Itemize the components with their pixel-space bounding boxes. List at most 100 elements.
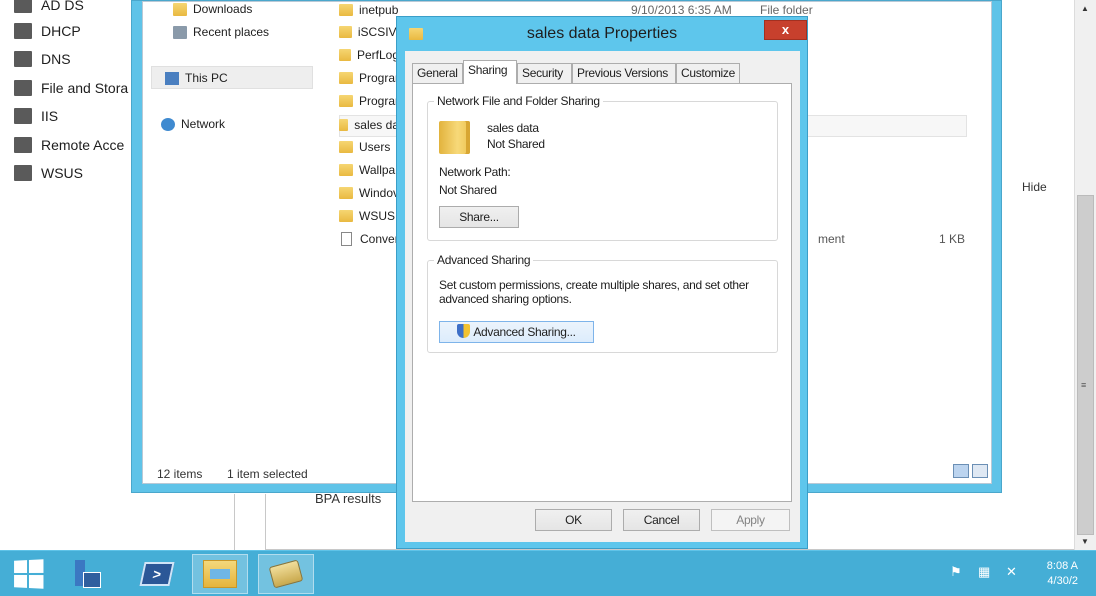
list-item[interactable]: WSUS <box>339 207 399 225</box>
list-item[interactable]: PerfLog <box>339 46 399 64</box>
nav-item-label: Remote Acce <box>41 137 125 153</box>
large-icons-view-icon[interactable] <box>972 464 988 478</box>
file-name: WSUS <box>359 209 395 223</box>
modified-date: 9/10/2013 6:35 AM <box>631 3 732 17</box>
nav-item-label: WSUS <box>41 165 83 181</box>
hide-link[interactable]: Hide <box>1022 180 1047 194</box>
folder-icon <box>339 164 353 176</box>
item-type: File folder <box>760 3 813 17</box>
view-toggle <box>953 464 988 478</box>
system-tray: ⚑ ▦ ✕ <box>950 565 1022 579</box>
list-item[interactable]: iSCSIVi <box>339 23 399 41</box>
network-status-icon[interactable]: ▦ <box>978 565 994 579</box>
folder-icon <box>339 119 349 131</box>
vertical-scrollbar[interactable]: ▲ ≡ ▼ <box>1074 0 1096 550</box>
nav-item-ad-ds[interactable]: AD DS <box>14 0 84 16</box>
nav-item-label: DNS <box>41 51 71 67</box>
list-item[interactable]: inetpub <box>339 1 399 19</box>
nav-item-dns[interactable]: DNS <box>14 48 71 70</box>
taskbar-server-manager[interactable] <box>60 554 116 594</box>
advanced-sharing-group: Advanced Sharing Set custom permissions,… <box>427 253 778 353</box>
downloads-icon <box>173 2 187 16</box>
selection-count: 1 item selected <box>227 467 308 481</box>
ok-button[interactable]: OK <box>535 509 612 531</box>
taskbar-powershell[interactable]: > <box>129 554 185 594</box>
list-item[interactable]: Wallpa <box>339 161 399 179</box>
list-item[interactable]: Conver <box>339 230 399 248</box>
apply-button[interactable]: Apply <box>711 509 790 531</box>
network-path-value: Not Shared <box>439 183 497 197</box>
button-label: Advanced Sharing... <box>473 325 576 339</box>
tab-general[interactable]: General <box>412 63 463 83</box>
folder-icon <box>339 72 353 84</box>
bpa-results-label: BPA results <box>315 491 382 506</box>
taskbar-file-explorer[interactable] <box>192 554 248 594</box>
list-item[interactable]: Prograr <box>339 69 399 87</box>
file-name: Wallpa <box>359 163 396 177</box>
dns-icon <box>14 51 32 67</box>
volume-muted-icon[interactable]: ✕ <box>1006 565 1022 579</box>
advanced-sharing-description: Set custom permissions, create multiple … <box>439 278 749 292</box>
nav-item-file-storage[interactable]: File and Stora <box>14 77 128 99</box>
group-title: Network File and Folder Sharing <box>434 94 603 108</box>
scroll-up-icon[interactable]: ▲ <box>1081 4 1089 13</box>
nav-item-wsus[interactable]: WSUS <box>14 162 83 184</box>
start-button[interactable] <box>0 554 56 594</box>
file-name: inetpub <box>359 3 399 17</box>
server-manager-nav: AD DS DHCP DNS File and Stora IIS Remote… <box>0 0 134 550</box>
cancel-button[interactable]: Cancel <box>623 509 700 531</box>
tab-security[interactable]: Security <box>517 63 572 83</box>
dialog-title-bar[interactable]: sales data Properties x <box>397 17 807 51</box>
scroll-down-icon[interactable]: ▼ <box>1081 537 1089 546</box>
nav-recent-places[interactable]: Recent places <box>173 23 269 41</box>
folder-icon <box>339 95 353 107</box>
list-item[interactable]: Prograr <box>339 92 399 110</box>
wsus-icon <box>14 165 32 181</box>
powershell-icon: > <box>139 562 175 586</box>
flag-icon[interactable]: ⚑ <box>950 565 966 579</box>
tab-customize[interactable]: Customize <box>676 63 740 83</box>
nav-downloads[interactable]: Downloads <box>173 0 252 18</box>
properties-dialog: sales data Properties x General Sharing … <box>396 16 808 549</box>
file-name: iSCSIVi <box>357 25 399 39</box>
list-item[interactable]: sales da <box>339 116 399 134</box>
nav-network[interactable]: Network <box>161 115 225 133</box>
advanced-sharing-description: advanced sharing options. <box>439 292 572 306</box>
nav-this-pc[interactable]: This PC <box>165 69 228 87</box>
nav-item-label: DHCP <box>41 23 81 39</box>
dhcp-icon <box>14 23 32 39</box>
file-name: Prograr <box>358 71 399 85</box>
file-name: Users <box>359 140 391 154</box>
nav-item-dhcp[interactable]: DHCP <box>14 20 81 42</box>
network-sharing-group: Network File and Folder Sharing sales da… <box>427 94 778 241</box>
list-item[interactable]: Windov <box>339 184 399 202</box>
close-button[interactable]: x <box>764 20 807 40</box>
tab-sharing[interactable]: Sharing <box>463 60 517 84</box>
windows-logo-icon <box>14 559 44 589</box>
advanced-sharing-button[interactable]: Advanced Sharing... <box>439 321 594 343</box>
item-count: 12 items <box>157 467 203 481</box>
nav-item-iis[interactable]: IIS <box>14 105 58 127</box>
nav-label: Network <box>181 117 226 131</box>
nav-label: This PC <box>185 71 228 85</box>
folder-icon <box>339 4 353 16</box>
server-manager-icon <box>73 558 103 590</box>
taskbar-misc-app[interactable] <box>258 554 314 594</box>
details-view-icon[interactable] <box>953 464 969 478</box>
file-storage-icon <box>14 80 32 96</box>
nav-item-remote-access[interactable]: Remote Acce <box>14 134 124 156</box>
list-item[interactable]: Users <box>339 138 399 156</box>
file-name: Conver <box>360 232 399 246</box>
folder-icon <box>339 141 353 153</box>
file-explorer-icon <box>203 560 237 588</box>
share-button[interactable]: Share... <box>439 206 519 228</box>
clock[interactable]: 8:08 A 4/30/2 <box>1038 559 1078 589</box>
tab-previous-versions[interactable]: Previous Versions <box>572 63 676 83</box>
sharing-tab-panel: Network File and Folder Sharing sales da… <box>412 83 792 502</box>
folder-icon <box>339 26 352 38</box>
item-size: 1 KB <box>939 232 966 246</box>
nav-item-label: AD DS <box>41 0 84 13</box>
nav-label: Downloads <box>193 2 253 16</box>
scroll-thumb[interactable] <box>1077 195 1094 535</box>
file-name: PerfLog <box>356 48 399 62</box>
